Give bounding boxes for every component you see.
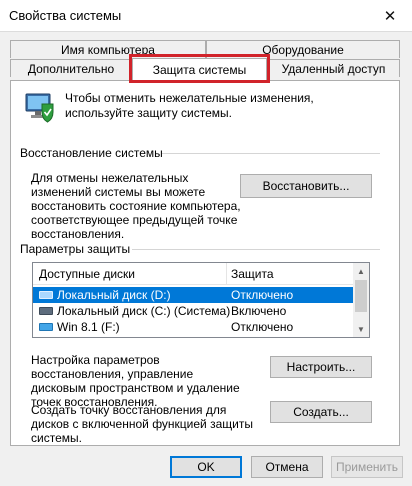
drives-list[interactable]: Доступные диски Защита Локальный диск (D… [32, 262, 370, 338]
restore-button-label: Восстановить... [262, 179, 350, 193]
scroll-thumb[interactable] [355, 280, 367, 312]
list-scrollbar[interactable]: ▲ ▼ [353, 263, 369, 337]
configure-description: Настройка параметров восстановления, упр… [31, 353, 240, 409]
tab-computer-name[interactable]: Имя компьютера [10, 40, 206, 58]
tab-remote[interactable]: Удаленный доступ [267, 59, 400, 77]
tab-label: Имя компьютера [61, 42, 155, 57]
tab-label: Дополнительно [27, 61, 115, 76]
scroll-up-icon[interactable]: ▲ [353, 263, 369, 279]
close-button[interactable]: ✕ [368, 0, 412, 31]
configure-button[interactable]: Настроить... [270, 356, 372, 378]
tab-label: Удаленный доступ [281, 61, 386, 76]
system-protection-icon [25, 93, 54, 123]
column-drives[interactable]: Доступные диски [39, 267, 135, 281]
group-divider [162, 153, 380, 154]
column-divider [226, 263, 227, 285]
drive-name: Локальный диск (C:) (Система) [57, 304, 231, 318]
cancel-button[interactable]: Отмена [251, 456, 323, 478]
drive-name: Локальный диск (D:) [57, 288, 171, 302]
list-header: Доступные диски Защита [33, 263, 355, 285]
windows-drive-icon [39, 323, 53, 331]
group-divider [132, 249, 380, 250]
create-button[interactable]: Создать... [270, 401, 372, 423]
restore-description: Для отмены нежелательных изменений систе… [31, 171, 241, 241]
protection-group-title: Параметры защиты [20, 242, 131, 256]
restore-group-title: Восстановление системы [20, 146, 163, 160]
drive-name: Win 8.1 (F:) [57, 320, 120, 334]
create-button-label: Создать... [293, 405, 349, 419]
tab-system-protection[interactable]: Защита системы [132, 58, 267, 80]
ok-button[interactable]: OK [170, 456, 242, 478]
drive-row-c[interactable]: Локальный диск (C:) (Система) Включено [33, 303, 355, 319]
tab-label: Защита системы [152, 62, 247, 77]
window-title: Свойства системы [9, 8, 122, 23]
create-description: Создать точку восстановления для дисков … [31, 403, 253, 445]
column-protection[interactable]: Защита [231, 267, 274, 281]
tab-label: Оборудование [262, 42, 344, 57]
configure-button-label: Настроить... [286, 360, 356, 374]
drive-row-d[interactable]: Локальный диск (D:) Отключено [33, 287, 355, 303]
drive-status: Включено [231, 304, 287, 318]
tab-advanced[interactable]: Дополнительно [10, 59, 132, 77]
scroll-down-icon[interactable]: ▼ [353, 321, 369, 337]
ok-button-label: OK [197, 460, 215, 474]
apply-button[interactable]: Применить [331, 456, 403, 478]
hard-drive-icon [39, 307, 53, 315]
drive-status: Отключено [231, 320, 294, 334]
tab-hardware[interactable]: Оборудование [206, 40, 400, 58]
drive-row-f[interactable]: Win 8.1 (F:) Отключено [33, 319, 355, 335]
drive-status: Отключено [231, 288, 294, 302]
title-bar: Свойства системы ✕ [0, 0, 412, 31]
restore-button[interactable]: Восстановить... [240, 174, 372, 198]
cancel-button-label: Отмена [265, 460, 309, 474]
intro-text: Чтобы отменить нежелательные изменения, … [65, 91, 314, 120]
hard-drive-icon [39, 291, 53, 299]
close-icon: ✕ [383, 7, 397, 25]
apply-button-label: Применить [335, 460, 398, 474]
